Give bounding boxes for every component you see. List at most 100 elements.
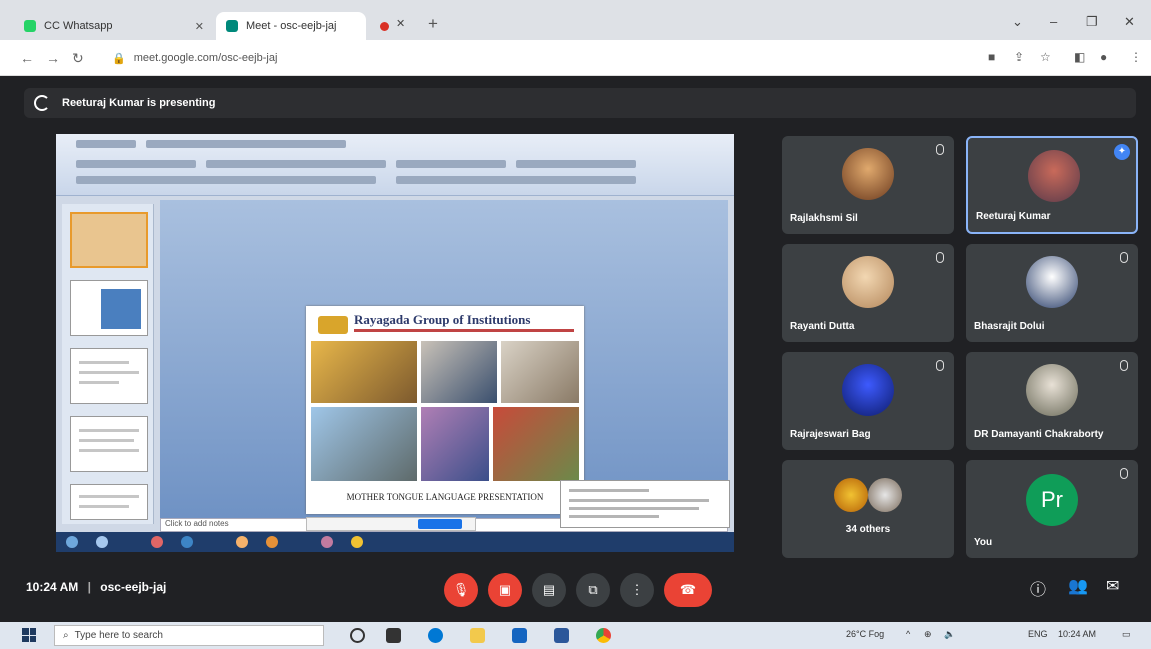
mic-off-icon: 🎙: [452, 582, 470, 597]
close-window-button[interactable]: ✕: [1124, 14, 1135, 30]
taskbar-search[interactable]: ⌕ Type here to search: [54, 625, 324, 646]
meeting-info: 10:24 AM | osc-eejb-jaj: [26, 580, 167, 594]
slide-thumbnail[interactable]: [70, 348, 148, 404]
tab-meet[interactable]: Meet - osc-eejb-jaj: [216, 12, 366, 40]
hang-up-icon: ☎: [679, 582, 697, 597]
slide-photo: [500, 340, 580, 404]
word-icon[interactable]: [554, 628, 569, 643]
camera-off-icon: ▣: [498, 582, 512, 597]
participant-tile[interactable]: Rajlakhsmi Sil: [782, 136, 954, 234]
slide-photo: [310, 406, 418, 482]
url-text: meet.google.com/osc-eejb-jaj: [133, 52, 278, 64]
close-tab-icon[interactable]: ✕: [195, 20, 204, 33]
mic-off-icon: [936, 360, 944, 371]
weather[interactable]: 26°C Fog: [846, 629, 884, 639]
maximize-button[interactable]: ❐: [1086, 14, 1098, 30]
close-tab-icon[interactable]: ✕: [396, 17, 405, 30]
present-button[interactable]: ⧉: [576, 573, 610, 607]
meet-icon: [226, 20, 238, 32]
shared-taskbar: [56, 532, 734, 552]
clock[interactable]: 10:24 AM: [1058, 629, 1096, 639]
notification-popup[interactable]: [560, 480, 730, 528]
participant-tile-others[interactable]: 34 others: [782, 460, 954, 558]
share-icon[interactable]: ⇪: [1014, 50, 1024, 64]
participant-tile[interactable]: DR Damayanti Chakraborty: [966, 352, 1138, 450]
mic-toggle-button[interactable]: 🎙: [444, 573, 478, 607]
slide-photo: [420, 406, 490, 482]
avatar: Pr: [1026, 474, 1078, 526]
slide-thumbnail[interactable]: [70, 280, 148, 336]
captions-button[interactable]: ▤: [532, 573, 566, 607]
search-icon: ⌕: [63, 630, 69, 641]
slide-thumbnail[interactable]: [70, 484, 148, 520]
search-placeholder: Type here to search: [74, 630, 163, 641]
institution-logo: [318, 316, 348, 334]
profile-icon[interactable]: ●: [1100, 50, 1107, 64]
mic-off-icon: [936, 144, 944, 155]
participant-tile[interactable]: Rajrajeswari Bag: [782, 352, 954, 450]
sidepanel-icon[interactable]: ◧: [1074, 50, 1085, 64]
participant-name: Rajrajeswari Bag: [790, 429, 871, 440]
star-icon[interactable]: ☆: [1040, 50, 1051, 64]
store-icon[interactable]: [512, 628, 527, 643]
slide-thumbnails: [62, 204, 154, 524]
back-button[interactable]: ←: [20, 50, 34, 66]
language[interactable]: ENG: [1028, 629, 1048, 639]
chevron-down-icon[interactable]: ⌄: [1012, 14, 1023, 30]
edge-icon[interactable]: [428, 628, 443, 643]
participant-name: DR Damayanti Chakraborty: [974, 429, 1104, 440]
slide-thumbnail[interactable]: [70, 212, 148, 268]
meet-window: Reeturaj Kumar is presenting Rayagada Gr…: [0, 76, 1151, 622]
slide-thumbnail[interactable]: [70, 416, 148, 472]
minimize-button[interactable]: –: [1050, 14, 1057, 29]
pin-icon[interactable]: ✦: [1114, 144, 1130, 160]
participant-tile[interactable]: Bhasrajit Dolui: [966, 244, 1138, 342]
speaker-icon[interactable]: 🔈: [944, 629, 955, 640]
recording-icon: [380, 22, 389, 31]
avatar: [842, 148, 894, 200]
slide-photo: [310, 340, 418, 404]
address-bar: ← → ↻ 🔒 meet.google.com/osc-eejb-jaj ■ ⇪…: [0, 40, 1151, 76]
tab-label: CC Whatsapp: [44, 20, 113, 32]
meeting-time: 10:24 AM: [26, 580, 79, 594]
notification-icon[interactable]: ▭: [1122, 629, 1131, 640]
leave-call-button[interactable]: ☎: [664, 573, 712, 607]
download-button[interactable]: [418, 519, 462, 529]
participant-name: Rajlakhsmi Sil: [790, 213, 858, 224]
participant-name: Rayanti Dutta: [790, 321, 855, 332]
avatar: [1026, 256, 1078, 308]
info-icon[interactable]: ⓘ: [1030, 576, 1046, 600]
camera-icon[interactable]: ■: [988, 50, 995, 64]
captions-icon: ▤: [542, 582, 556, 597]
camera-toggle-button[interactable]: ▣: [488, 573, 522, 607]
chat-icon[interactable]: ✉: [1106, 576, 1119, 596]
slide-title: Rayagada Group of Institutions: [354, 312, 531, 327]
chrome-icon[interactable]: [596, 628, 611, 643]
new-tab-button[interactable]: +: [428, 14, 438, 34]
network-icon[interactable]: ⊕: [924, 629, 932, 640]
tray-up-icon[interactable]: ^: [906, 629, 910, 639]
people-icon[interactable]: 👥: [1068, 576, 1088, 596]
browser-tab-strip: CC Whatsapp ✕ Meet - osc-eejb-jaj ✕ + ⌄ …: [0, 0, 1151, 40]
participant-name: You: [974, 537, 993, 548]
task-view-icon[interactable]: [386, 628, 401, 643]
url-field[interactable]: 🔒 meet.google.com/osc-eejb-jaj: [102, 47, 932, 69]
menu-icon[interactable]: ⋮: [1130, 50, 1142, 64]
participant-tile[interactable]: ✦ Reeturaj Kumar: [966, 136, 1138, 234]
file-explorer-icon[interactable]: [470, 628, 485, 643]
participant-tile[interactable]: Rayanti Dutta: [782, 244, 954, 342]
participant-tile-self[interactable]: Pr You: [966, 460, 1138, 558]
forward-button[interactable]: →: [46, 50, 60, 66]
tab-whatsapp[interactable]: CC Whatsapp ✕: [14, 12, 214, 40]
windows-start-icon[interactable]: [22, 628, 36, 642]
whatsapp-icon: [24, 20, 36, 32]
mic-off-icon: [936, 252, 944, 263]
shared-screen: Rayagada Group of Institutions MOTHER TO…: [56, 134, 734, 552]
slide-photo: [492, 406, 580, 482]
reload-button[interactable]: ↻: [72, 50, 84, 67]
cortana-icon[interactable]: [350, 628, 365, 643]
more-options-button[interactable]: ⋮: [620, 573, 654, 607]
avatar: [842, 364, 894, 416]
avatar: [842, 256, 894, 308]
slide-photo: [420, 340, 498, 404]
